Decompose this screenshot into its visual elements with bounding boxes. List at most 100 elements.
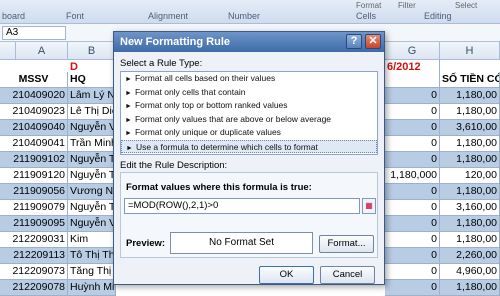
cell-h[interactable]: 1,180,00 [440,104,500,120]
cell-name[interactable]: Lê Thị Diệ [68,104,116,120]
cell-g[interactable]: 0 [385,104,440,120]
arrow-right-icon: ► [125,103,132,110]
cell-mssv[interactable]: 210409040 [0,120,68,136]
cell-g[interactable]: 0 [385,136,440,152]
preview-label: Preview: [126,238,166,249]
format-button[interactable]: Format... [319,235,374,253]
cell-h[interactable]: 1,180,00 [440,184,500,200]
cell-name[interactable]: Tô Thị Th [68,248,116,264]
formula-input[interactable]: =MOD(ROW(),2,1)>0 [124,198,360,214]
cell-g[interactable]: 0 [385,184,440,200]
cell-g[interactable]: 0 [385,152,440,168]
rule-type-label: Format only cells that contain [134,86,246,97]
cell-name[interactable]: Vương Ng [68,184,116,200]
cell-h[interactable]: 2,260,00 [440,248,500,264]
cell-name[interactable]: Nguyễn T [68,200,116,216]
cell-mssv[interactable]: 211909095 [0,216,68,232]
cell-g[interactable]: 0 [385,216,440,232]
arrow-right-icon: ► [125,89,132,97]
cell-name[interactable]: Nguyễn V [68,216,116,232]
cell-h[interactable]: 1,180,00 [440,136,500,152]
rule-type-label: Use a formula to determine which cells t… [135,141,318,152]
cell-h[interactable]: 1,180,00 [440,88,500,104]
cancel-button[interactable]: Cancel [320,266,375,284]
cell-mssv[interactable]: 210409020 [0,88,68,104]
cell-h[interactable]: 1,180,00 [440,232,500,248]
close-button[interactable]: ✕ [365,34,381,49]
cell-name[interactable]: Kim [68,232,116,248]
cell-h[interactable]: 1,180,00 [440,280,500,296]
group-cells: Cells [356,11,377,21]
format-preview: No Format Set [170,232,313,254]
format-label[interactable]: Format [356,1,381,10]
cell-mssv[interactable]: 211909079 [0,200,68,216]
cell-mssv[interactable]: 212209031 [0,232,68,248]
cell-name[interactable]: Huỳnh Mi [68,280,116,296]
header-so-tien[interactable]: SỐ TIỀN CÓ [440,72,500,88]
edit-rule-description-label: Edit the Rule Description: [120,160,228,171]
ok-button[interactable]: OK [259,266,314,284]
cell-g[interactable]: 0 [385,200,440,216]
header-g[interactable] [385,72,440,88]
cell-mssv[interactable]: 211909120 [0,168,68,184]
col-header-g[interactable]: G [385,42,440,60]
arrow-right-icon: ► [125,130,132,137]
arrow-right-icon: ► [126,144,133,152]
cell-g[interactable]: 0 [385,264,440,280]
group-clipboard: board [2,11,26,21]
col-header-b[interactable]: B [68,42,116,60]
new-formatting-rule-dialog: New Formatting Rule ? ✕ Select a Rule Ty… [113,31,385,285]
cell-mssv[interactable]: 211909056 [0,184,68,200]
cell-h[interactable]: 3,610,00 [440,120,500,136]
arrow-right-icon: ► [125,76,132,83]
cell-h[interactable]: 1,180,00 [440,152,500,168]
header-mssv[interactable]: MSSV [0,72,68,88]
cell-mssv[interactable]: 212209073 [0,264,68,280]
cell-g[interactable]: 0 [385,88,440,104]
rule-type-item[interactable]: ► Format only values that are above or be… [121,113,377,127]
cell-name[interactable]: Trần Minh [68,136,116,152]
cell-mssv[interactable]: 212209078 [0,280,68,296]
formula-heading: Format values where this formula is true… [126,182,312,193]
cell-mssv[interactable]: 210409023 [0,104,68,120]
cell-mssv[interactable]: 211909102 [0,152,68,168]
corner-select-all[interactable] [0,42,16,60]
group-font: Font [66,11,85,21]
dialog-title: New Formatting Rule [120,36,231,48]
cell-h[interactable]: 4,960,00 [440,264,500,280]
cell-name[interactable]: Nguyễn Th [68,152,116,168]
cell-name[interactable]: Nguyễn Th [68,168,116,184]
cell-name[interactable]: Tăng Thị [68,264,116,280]
group-editing: Editing [424,11,452,21]
cell-g[interactable]: 1,180,000 [385,168,440,184]
cell-h[interactable]: 1,180,00 [440,216,500,232]
cell-g[interactable]: 0 [385,280,440,296]
rule-type-item[interactable]: ► Format all cells based on their values [121,72,377,86]
header-ho[interactable]: HQ [68,72,116,88]
cell-name[interactable]: Nguyễn V [68,120,116,136]
help-button[interactable]: ? [346,34,362,49]
sort-filter-label[interactable]: Filter [398,1,416,10]
col-header-a[interactable]: A [16,42,68,60]
rule-type-item[interactable]: ► Format only unique or duplicate values [121,126,377,140]
cell-g[interactable]: 0 [385,120,440,136]
cell-g[interactable]: 0 [385,232,440,248]
cell-g[interactable]: 0 [385,248,440,264]
cell-h[interactable]: 3,160,00 [440,200,500,216]
cell-mssv[interactable]: 212209113 [0,248,68,264]
cell-mssv[interactable]: 210409041 [0,136,68,152]
rule-type-item-selected[interactable]: ► Use a formula to determine which cells … [121,139,377,153]
dialog-titlebar[interactable]: New Formatting Rule ? ✕ [114,32,384,52]
col-header-h[interactable]: H [440,42,500,60]
collapse-dialog-icon[interactable]: ▦ [362,198,376,214]
cell-name[interactable]: Lâm Lý N [68,88,116,104]
group-number: Number [228,11,261,21]
cell-h[interactable]: 120,00 [440,168,500,184]
select-label[interactable]: Select [455,1,477,10]
ribbon: Format Filter Select board Font Alignmen… [0,0,500,24]
name-box[interactable]: A3 [2,26,66,40]
rule-type-label: Format only values that are above or bel… [134,113,332,124]
rule-type-label: Format only top or bottom ranked values [134,100,288,110]
rule-type-item[interactable]: ► Format only top or bottom ranked values [121,99,377,113]
rule-type-item[interactable]: ► Format only cells that contain [121,86,377,100]
